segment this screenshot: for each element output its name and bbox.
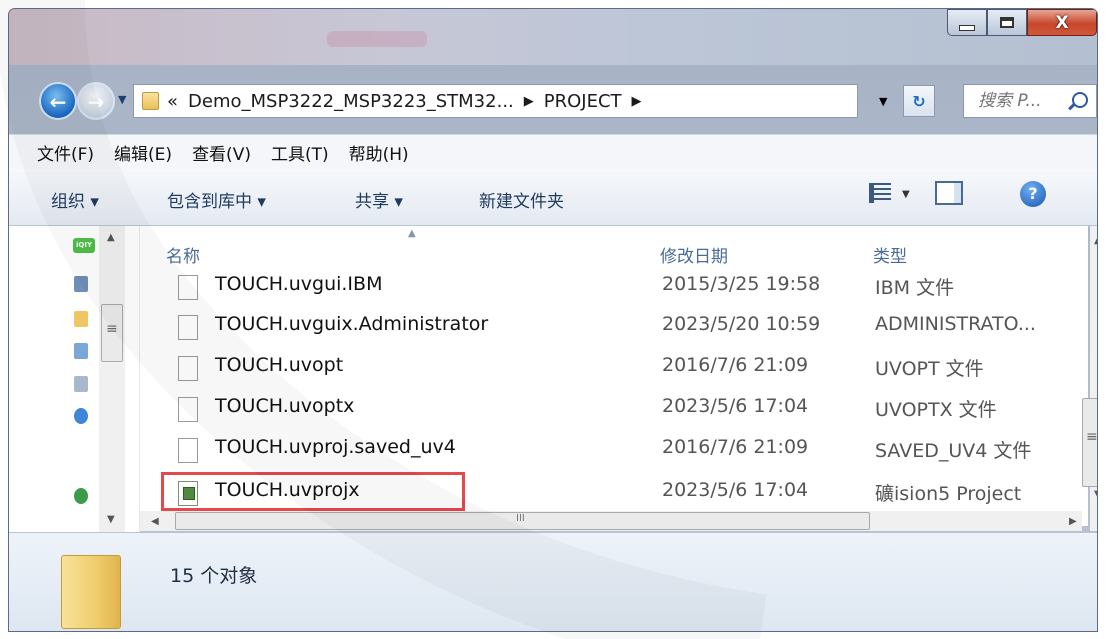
menu-help[interactable]: 帮助(H) [349, 140, 409, 165]
new-folder-button[interactable]: 新建文件夹 [479, 187, 564, 212]
recent-pages-dropdown[interactable]: ▼ [118, 93, 126, 106]
refresh-icon: ↻ [912, 91, 926, 111]
folder-icon[interactable] [74, 311, 88, 327]
folder-icon [61, 555, 121, 629]
view-options-dropdown[interactable]: ▼ [902, 189, 910, 200]
desktop-icon[interactable] [74, 343, 88, 359]
address-row: ← → ▼ « Demo_MSP3222_MSP3223_STM32... ▶ … [23, 80, 1097, 124]
highlight-box [161, 472, 465, 511]
menu-edit[interactable]: 编辑(E) [114, 140, 172, 165]
menu-file[interactable]: 文件(F) [37, 140, 94, 165]
file-type: UVOPT 文件 [875, 358, 984, 380]
file-name: TOUCH.uvoptx [215, 395, 355, 417]
file-type: ADMINISTRATO... [875, 313, 1036, 335]
column-header-type[interactable]: 类型 [873, 242, 907, 267]
folder-icon [142, 92, 159, 110]
file-date: 2016/7/6 21:09 [662, 436, 809, 458]
file-name: TOUCH.uvproj.saved_uv4 [215, 436, 456, 458]
generic-file-icon [178, 397, 198, 422]
file-type: IBM 文件 [875, 277, 955, 299]
back-arrow-icon: ← [49, 90, 67, 114]
file-row[interactable]: TOUCH.uvoptx 2023/5/6 17:04 UVOPTX 文件 [140, 388, 1060, 426]
include-in-library-button[interactable]: 包含到库中 ▾ [167, 187, 266, 212]
menu-view[interactable]: 查看(V) [192, 140, 251, 165]
item-count: 15 个对象 [170, 565, 258, 587]
file-type: 礦ision5 Project [875, 483, 1022, 505]
generic-file-icon [178, 356, 198, 381]
search-input[interactable] [976, 90, 1066, 112]
breadcrumb-chevron-icon[interactable]: ▶ [524, 94, 534, 109]
column-header-date-modified[interactable]: 修改日期 [660, 242, 728, 267]
vertical-scroll-thumb[interactable] [1082, 398, 1097, 487]
close-button[interactable]: X [1027, 9, 1097, 36]
title-text-blurred [327, 31, 427, 47]
refresh-button[interactable]: ↻ [903, 85, 935, 117]
minimize-icon [959, 24, 975, 31]
menu-tools[interactable]: 工具(T) [271, 140, 329, 165]
organize-button[interactable]: 组织 ▾ [51, 187, 99, 212]
breadcrumb-overflow[interactable]: « [167, 91, 178, 112]
scroll-left-arrow-icon[interactable]: ◀ [151, 516, 159, 527]
sort-ascending-icon: ▲ [408, 228, 416, 239]
back-button[interactable]: ← [39, 82, 77, 120]
file-date: 2023/5/20 10:59 [662, 313, 821, 335]
file-date: 2016/7/6 21:09 [662, 354, 809, 376]
address-bar[interactable]: « Demo_MSP3222_MSP3223_STM32... ▶ PROJEC… [133, 84, 858, 118]
close-icon: X [1055, 12, 1069, 33]
file-name: TOUCH.uvgui.IBM [215, 273, 383, 295]
maximize-button[interactable] [987, 9, 1027, 36]
scroll-right-arrow-icon[interactable]: ▶ [1069, 516, 1077, 527]
scroll-up-arrow-icon[interactable]: ▲ [107, 232, 115, 243]
network-icon[interactable] [74, 488, 88, 504]
file-list: ▲ 名称 修改日期 类型 TOUCH.uvgui.IBM 2015/3/25 1… [140, 226, 1088, 526]
breadcrumb-chevron-icon[interactable]: ▶ [632, 94, 642, 109]
file-name: TOUCH.uvguix.Administrator [215, 313, 489, 335]
title-bar: X [9, 9, 1097, 65]
horizontal-scroll-thumb[interactable] [175, 512, 870, 530]
file-date: 2015/3/25 19:58 [662, 273, 821, 295]
share-button[interactable]: 共享 ▾ [355, 187, 403, 212]
forward-arrow-icon: → [87, 90, 105, 114]
file-row-uvprojx[interactable]: TOUCH.uvprojx 2023/5/6 17:04 礦ision5 Pro… [140, 472, 1060, 511]
breadcrumb-demo-folder[interactable]: Demo_MSP3222_MSP3223_STM32... [188, 91, 514, 112]
generic-file-icon [178, 315, 198, 340]
iqiyi-app-icon[interactable]: iQIY [73, 238, 95, 253]
file-type: UVOPTX 文件 [875, 399, 997, 421]
music-icon[interactable] [74, 408, 88, 424]
menu-bar: 文件(F) 编辑(E) 查看(V) 工具(T) 帮助(H) [9, 134, 1097, 170]
explorer-window: X ← → ▼ « Demo_MSP3222_MSP3223_STM32... … [8, 8, 1098, 632]
preview-pane-icon[interactable] [935, 181, 963, 205]
search-box[interactable] [963, 84, 1097, 118]
scroll-up-arrow-icon[interactable]: ▲ [1094, 235, 1097, 246]
file-row[interactable]: TOUCH.uvproj.saved_uv4 2016/7/6 21:09 SA… [140, 429, 1060, 467]
details-pane: 15 个对象 [9, 532, 1097, 631]
caption-buttons: X [947, 9, 1097, 36]
file-row[interactable]: TOUCH.uvopt 2016/7/6 21:09 UVOPT 文件 [140, 347, 1060, 385]
breadcrumb-project[interactable]: PROJECT [544, 91, 622, 112]
help-icon[interactable]: ? [1020, 181, 1046, 207]
scroll-down-arrow-icon[interactable]: ▼ [107, 514, 115, 525]
file-date: 2023/5/6 17:04 [662, 479, 809, 501]
nav-pane-scroll-thumb[interactable] [101, 304, 123, 362]
file-date: 2023/5/6 17:04 [662, 395, 809, 417]
scroll-down-arrow-icon[interactable]: ▼ [1094, 489, 1097, 500]
generic-file-icon [178, 275, 198, 300]
command-bar: 组织 ▾ 包含到库中 ▾ 共享 ▾ 新建文件夹 ▼ ? [9, 169, 1097, 226]
file-type: SAVED_UV4 文件 [875, 440, 1032, 462]
documents-icon[interactable] [74, 376, 88, 392]
generic-file-icon [178, 438, 198, 463]
search-icon[interactable] [1072, 92, 1088, 108]
forward-button[interactable]: → [77, 82, 115, 120]
file-row[interactable]: TOUCH.uvgui.IBM 2015/3/25 19:58 IBM 文件 [140, 266, 1060, 304]
computer-icon[interactable] [74, 276, 88, 292]
column-header-name[interactable]: 名称 [166, 242, 200, 267]
nav-pane-scrollbar[interactable] [99, 226, 125, 532]
file-name: TOUCH.uvopt [215, 354, 344, 376]
change-view-icon[interactable] [869, 183, 891, 203]
address-dropdown-button[interactable]: ▼ [879, 95, 887, 108]
maximize-icon [1000, 17, 1014, 28]
minimize-button[interactable] [947, 9, 987, 36]
navigation-pane: iQIY ▲ ▼ [9, 226, 140, 532]
file-row[interactable]: TOUCH.uvguix.Administrator 2023/5/20 10:… [140, 306, 1060, 344]
